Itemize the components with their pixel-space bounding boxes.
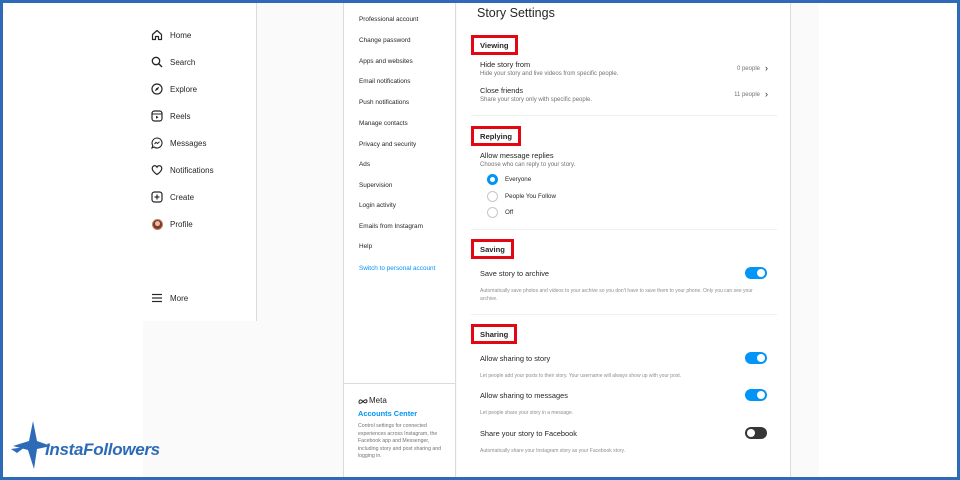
reply-option-people-you-follow[interactable]: People You Follow [487, 191, 556, 202]
nav-label: Create [170, 192, 195, 202]
radio-unselected[interactable] [487, 207, 498, 218]
allow-sharing-to-messages-title: Allow sharing to messages [480, 391, 568, 400]
reply-option-label: Off [505, 209, 514, 216]
menu-item-professional-account[interactable]: Professional account [359, 16, 418, 23]
allow-sharing-to-story-note: Let people add your posts to their story… [480, 373, 682, 379]
nav-item-more[interactable]: More [151, 289, 188, 307]
reply-option-off[interactable]: Off [487, 207, 513, 218]
nav-item-explore[interactable]: Explore [151, 80, 197, 98]
divider [471, 115, 777, 116]
meta-logo-text: Meta [369, 396, 387, 405]
close-friends-count: 11 people [734, 91, 760, 98]
explore-icon [151, 83, 163, 95]
nav-item-notifications[interactable]: Notifications [151, 161, 214, 179]
nav-label: Notifications [170, 165, 214, 175]
menu-item-change-password[interactable]: Change password [359, 37, 411, 44]
allow-sharing-to-story-title: Allow sharing to story [480, 354, 551, 363]
menu-item-manage-contacts[interactable]: Manage contacts [359, 120, 408, 127]
radio-selected[interactable] [487, 174, 498, 185]
close-friends-subtitle: Share your story only with specific peop… [480, 97, 593, 103]
profile-avatar [151, 218, 163, 230]
share-story-to-facebook-title: Share your story to Facebook [480, 429, 577, 438]
allow-message-replies-title: Allow message replies [480, 151, 554, 160]
create-icon [151, 191, 163, 203]
nav-label: Explore [170, 84, 198, 94]
nav-label: More [170, 293, 189, 303]
watermark-text: InstaFollowers [45, 440, 160, 459]
reels-icon [151, 110, 163, 122]
section-heading-viewing: Viewing [471, 35, 518, 55]
allow-message-replies-subtitle: Choose who can reply to your story. [480, 162, 576, 168]
section-heading-replying: Replying [471, 126, 522, 146]
menu-item-login-activity[interactable]: Login activity [359, 202, 396, 209]
hide-story-from-value[interactable]: 0 people › [737, 64, 768, 73]
hide-story-from-subtitle: Hide your story and live videos from spe… [480, 71, 619, 77]
sidebar-nav: Home Search Explore Reels Messages Notif… [143, 3, 257, 321]
switch-to-personal-account-link[interactable]: Switch to personal account [359, 265, 435, 272]
divider [471, 314, 777, 315]
reply-option-label: Everyone [505, 176, 532, 183]
save-story-to-archive-note: Automatically save photos and videos to … [480, 288, 753, 302]
divider [471, 229, 777, 230]
close-friends-value[interactable]: 11 people › [734, 90, 768, 99]
chevron-right-icon: › [765, 63, 768, 73]
nav-item-profile[interactable]: Profile [151, 215, 193, 233]
nav-label: Reels [170, 111, 191, 121]
screenshot-frame: Home Search Explore Reels Messages Notif… [0, 0, 960, 480]
section-heading-sharing: Sharing [471, 324, 518, 344]
accounts-center-link[interactable]: Accounts Center [358, 409, 417, 418]
nav-item-reels[interactable]: Reels [151, 107, 190, 125]
nav-label: Home [170, 30, 192, 40]
hamburger-menu-icon [151, 292, 163, 304]
save-story-to-archive-toggle[interactable] [745, 267, 767, 279]
menu-item-privacy-and-security[interactable]: Privacy and security [359, 141, 416, 148]
avatar [151, 218, 163, 230]
home-icon [151, 29, 163, 41]
allow-sharing-to-messages-note: Let people share your story in a message… [480, 410, 574, 416]
menu-item-apps-and-websites[interactable]: Apps and websites [359, 58, 413, 65]
menu-item-supervision[interactable]: Supervision [359, 182, 392, 189]
heart-icon [151, 164, 163, 176]
nav-item-create[interactable]: Create [151, 188, 194, 206]
menu-item-help[interactable]: Help [359, 243, 372, 250]
hide-story-count: 0 people [736, 65, 760, 72]
accounts-center-card: Meta Accounts Center Control settings fo… [344, 383, 456, 477]
nav-label: Messages [170, 138, 207, 148]
share-story-to-facebook-note: Automatically share your Instagram story… [480, 448, 625, 454]
close-friends-title: Close friends [480, 86, 524, 95]
outer-margin-left [3, 3, 143, 477]
menu-item-emails-from-instagram[interactable]: Emails from Instagram [359, 223, 423, 230]
page-title: Story Settings [477, 6, 555, 20]
nav-item-home[interactable]: Home [151, 26, 191, 44]
search-icon [151, 56, 163, 68]
messages-icon [151, 137, 163, 149]
nav-item-search[interactable]: Search [151, 53, 195, 71]
chevron-right-icon: › [765, 89, 768, 99]
section-heading-saving: Saving [471, 239, 514, 259]
reply-option-everyone[interactable]: Everyone [487, 174, 531, 185]
radio-unselected[interactable] [487, 191, 498, 202]
settings-menu: Professional account Change password App… [343, 3, 456, 477]
nav-item-messages[interactable]: Messages [151, 134, 206, 152]
allow-sharing-to-messages-toggle[interactable] [745, 389, 767, 401]
reply-option-label: People You Follow [505, 193, 556, 200]
nav-label: Search [170, 57, 196, 67]
menu-item-ads[interactable]: Ads [359, 161, 370, 168]
menu-item-push-notifications[interactable]: Push notifications [359, 99, 409, 106]
accounts-center-description: Control settings for connected experienc… [358, 423, 442, 460]
allow-sharing-to-story-toggle[interactable] [745, 352, 767, 364]
nav-label: Profile [170, 219, 193, 229]
meta-logo: Meta [358, 396, 387, 405]
story-settings-panel: Story Settings Viewing Hide story from H… [457, 3, 791, 477]
meta-infinity-icon [358, 398, 368, 404]
outer-margin-right [819, 3, 957, 477]
menu-item-email-notifications[interactable]: Email notifications [359, 78, 411, 85]
share-story-to-facebook-toggle[interactable] [745, 427, 767, 439]
save-story-to-archive-title: Save story to archive [480, 269, 550, 278]
hide-story-from-title: Hide story from [480, 60, 531, 69]
instafollowers-watermark: InstaFollowers [11, 419, 181, 471]
